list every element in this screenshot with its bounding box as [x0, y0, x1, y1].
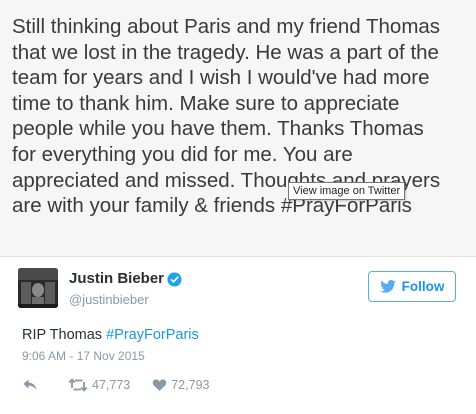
- retweet-count: 47,773: [92, 378, 131, 392]
- verified-badge-icon: [167, 272, 182, 292]
- like-count: 72,793: [171, 378, 210, 392]
- avatar[interactable]: [18, 268, 58, 308]
- follow-button[interactable]: Follow: [368, 271, 456, 302]
- retweet-button[interactable]: 47,773: [68, 378, 130, 392]
- author-name[interactable]: Justin Bieber: [69, 270, 164, 287]
- heart-icon: [152, 379, 167, 391]
- author-handle[interactable]: @justinbieber: [69, 292, 149, 307]
- avatar-image: [18, 268, 58, 308]
- tweet-text: RIP Thomas #PrayForParis: [22, 327, 199, 343]
- tweet-timestamp[interactable]: 9:06 AM - 17 Nov 2015: [22, 349, 145, 363]
- retweet-icon: [68, 378, 88, 392]
- hashtag-link[interactable]: #PrayForParis: [106, 327, 199, 343]
- like-button[interactable]: 72,793: [152, 378, 209, 392]
- view-image-tooltip: View image on Twitter: [288, 182, 406, 200]
- tweet-actions: 47,773 72,793: [22, 375, 209, 395]
- reply-icon: [23, 379, 37, 390]
- tweet-image[interactable]: Still thinking about Paris and my friend…: [0, 0, 476, 257]
- follow-button-label: Follow: [401, 279, 445, 294]
- tweet-text-body: RIP Thomas: [22, 327, 107, 343]
- twitter-bird-icon: [379, 280, 396, 293]
- reply-button[interactable]: [22, 378, 38, 392]
